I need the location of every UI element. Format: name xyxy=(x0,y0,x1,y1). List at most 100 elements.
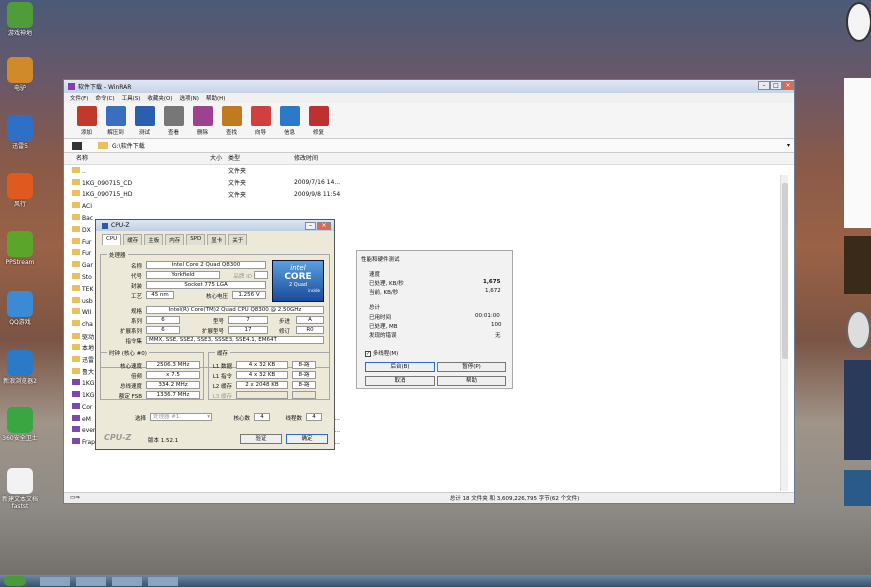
toolbar-icon xyxy=(76,106,97,126)
toolbar-icon xyxy=(163,106,184,126)
column-header[interactable]: 名称 xyxy=(64,153,180,164)
taskbar-item[interactable] xyxy=(76,577,106,586)
elapsed-label: 已用时间 xyxy=(369,315,392,321)
help-button[interactable]: 帮助 xyxy=(437,376,506,386)
cpuz-tab[interactable]: SPD xyxy=(186,234,206,245)
desktop-icon[interactable]: 风行 xyxy=(0,173,40,208)
cpuz-tab[interactable]: 主板 xyxy=(144,234,164,245)
toolbar-button[interactable]: 修复 xyxy=(306,105,331,136)
file-row[interactable]: ACI xyxy=(64,200,794,212)
chevron-down-icon[interactable]: ▾ xyxy=(207,414,211,420)
cpuz-tab[interactable]: 显卡 xyxy=(207,234,227,245)
calendar-gadget[interactable] xyxy=(844,78,871,228)
file-date: 2009/7/16 14... xyxy=(294,179,341,187)
status-icons: ▭⇒ xyxy=(70,495,80,501)
toolbar-button[interactable]: 测试 xyxy=(132,105,157,136)
menu-item[interactable]: 文件(F) xyxy=(70,94,88,102)
checkbox-checked-icon[interactable]: ✓ xyxy=(365,351,371,357)
file-name: cha xyxy=(82,321,93,329)
desktop-icon[interactable]: 电驴 xyxy=(0,57,40,92)
toolbar-button[interactable]: 向导 xyxy=(248,105,273,136)
menu-item[interactable]: 工具(S) xyxy=(122,94,141,102)
speed-heading: 速度 xyxy=(369,272,381,278)
cpuz-tab[interactable]: 缓存 xyxy=(123,234,143,245)
family-value: 6 xyxy=(146,316,180,324)
menu-item[interactable]: 帮助(H) xyxy=(206,94,225,102)
folder-icon xyxy=(72,237,80,244)
menu-item[interactable]: 收藏夹(O) xyxy=(147,94,172,102)
folder-icon xyxy=(72,344,80,351)
file-list-header: 名称 大小 类型 修改时间 xyxy=(64,153,794,165)
folder-icon xyxy=(72,332,80,339)
file-row[interactable]: 1KG_090715_HD 文件夹 2009/9/8 11:54 xyxy=(64,189,794,201)
address-bar[interactable]: G:\软件下载 ▾ xyxy=(64,139,794,153)
maximize-button[interactable]: □ xyxy=(770,81,782,90)
scrollbar-thumb[interactable] xyxy=(782,183,788,359)
validate-button[interactable]: 验证 xyxy=(240,434,282,444)
pause-button[interactable]: 暂停(P) xyxy=(437,362,506,372)
slideshow-gadget[interactable] xyxy=(844,236,871,294)
l1-data-label: L1 数据 xyxy=(212,364,232,370)
taskbar-item[interactable] xyxy=(40,577,70,586)
minimize-button[interactable]: – xyxy=(758,81,770,90)
revision-label: 修订 xyxy=(278,329,290,335)
cancel-button[interactable]: 取消 xyxy=(365,376,435,386)
winrar-titlebar[interactable]: 软件下载 - WinRAR xyxy=(64,80,794,93)
desktop-icon[interactable]: PPStream xyxy=(0,231,40,266)
toolbar-button[interactable]: 解压到 xyxy=(103,105,128,136)
address-dropdown-icon[interactable]: ▾ xyxy=(787,142,790,149)
cpu-meter-gadget[interactable] xyxy=(846,310,871,350)
column-header[interactable]: 大小 xyxy=(180,153,224,164)
menu-item[interactable]: 选项(N) xyxy=(180,94,199,102)
vertical-scrollbar[interactable] xyxy=(780,175,788,491)
file-row[interactable]: 1KG_090715_CD 文件夹 2009/7/16 14... xyxy=(64,177,794,189)
toolbar-button[interactable]: 查找 xyxy=(219,105,244,136)
taskbar-item[interactable] xyxy=(148,577,178,586)
processed-speed-value: 1,675 xyxy=(483,279,501,285)
desktop-icon-label: 新浪浏览器2 xyxy=(3,378,37,385)
multithread-checkbox[interactable]: ✓ 多线程(M) xyxy=(365,349,398,357)
threads-value: 4 xyxy=(306,413,322,421)
cpuz-titlebar[interactable]: CPU-Z – × xyxy=(96,220,334,231)
menu-item[interactable]: 命令(C) xyxy=(95,94,114,102)
codename-label: 代号 xyxy=(130,274,142,280)
cpuz-close-button[interactable]: × xyxy=(317,221,331,230)
desktop-icon[interactable]: 迅雷5 xyxy=(0,115,40,150)
column-header[interactable]: 类型 xyxy=(224,153,294,164)
ok-button[interactable]: 确定 xyxy=(286,434,328,444)
news-gadget[interactable] xyxy=(844,360,871,460)
toolbar-button[interactable]: 查看 xyxy=(161,105,186,136)
desktop-app-icon xyxy=(7,2,33,28)
taskbar-item[interactable] xyxy=(112,577,142,586)
toolbar-button[interactable]: 删除 xyxy=(190,105,215,136)
file-date: 2009/9/8 11:54 xyxy=(294,190,341,198)
cpuz-tab[interactable]: 内存 xyxy=(165,234,185,245)
multiplier-label: 倍频 xyxy=(130,374,142,380)
toolbar-button[interactable]: 添加 xyxy=(74,105,99,136)
cpuz-minimize-button[interactable]: – xyxy=(305,221,316,230)
weather-gadget[interactable] xyxy=(844,470,871,506)
toolbar-button[interactable]: 信息 xyxy=(277,105,302,136)
close-button[interactable]: × xyxy=(782,81,794,90)
cpuz-tab[interactable]: CPU xyxy=(102,234,122,245)
desktop-icon[interactable]: 360安全卫士 xyxy=(0,407,40,442)
column-header[interactable]: 修改时间 xyxy=(294,153,384,164)
rated-fsb-label: 额定 FSB xyxy=(118,394,142,400)
background-button[interactable]: 后台(B) xyxy=(365,362,435,372)
desktop-icon[interactable]: 新建文本文档 fastst xyxy=(0,468,40,510)
rated-fsb-value: 1336.7 MHz xyxy=(146,391,200,399)
desktop-icon[interactable]: 新浪浏览器2 xyxy=(0,350,40,385)
cpuz-tab[interactable]: 关于 xyxy=(228,234,248,245)
l3-ways xyxy=(292,391,316,399)
up-folder-icon[interactable] xyxy=(72,141,82,150)
taskbar xyxy=(0,575,871,587)
cpuz-icon xyxy=(102,222,108,229)
toolbar-icon xyxy=(105,106,126,126)
file-row[interactable]: .. 文件夹 xyxy=(64,165,794,177)
clock-gadget[interactable] xyxy=(846,2,871,42)
desktop-icon[interactable]: QQ游戏 xyxy=(0,291,40,326)
desktop-icon[interactable]: 游戏神地 xyxy=(0,2,40,37)
start-button[interactable] xyxy=(4,576,26,586)
processor-select[interactable]: 处理器 #1 ▾ xyxy=(150,413,212,421)
folder-icon xyxy=(72,356,80,363)
